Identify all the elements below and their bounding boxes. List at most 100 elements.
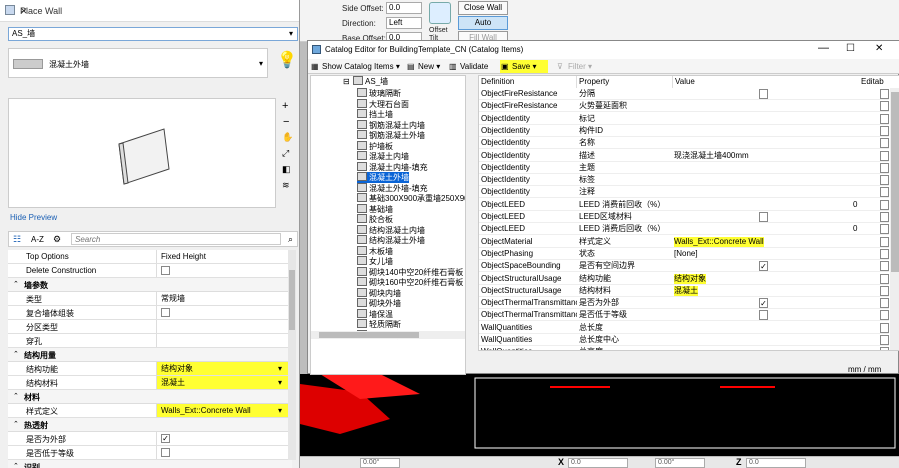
editable-checkbox[interactable] — [880, 322, 889, 333]
scrollbar-thumb[interactable] — [289, 270, 295, 330]
editable-checkbox[interactable] — [880, 101, 889, 112]
new-button[interactable]: ▤ New ▾ — [406, 60, 440, 73]
editable-checkbox[interactable] — [880, 347, 889, 350]
editable-checkbox[interactable] — [880, 175, 889, 186]
tree-item[interactable]: 钢筋混凝土内墙 — [357, 120, 425, 131]
lightbulb-icon[interactable]: 💡 — [277, 50, 297, 70]
tree-item[interactable]: 混凝土外墙 — [357, 172, 409, 183]
filter-button[interactable]: ⊽ Filter ▾ — [556, 60, 592, 73]
value-cell[interactable]: [None] — [674, 249, 698, 259]
property-row[interactable]: 结构功能 结构对象 ▾ — [8, 362, 292, 376]
table-row[interactable]: ObjectMaterial 样式定义 Walls_Ext::Concrete Wa… — [479, 236, 889, 248]
property-value[interactable] — [156, 306, 292, 319]
property-value[interactable]: Walls_Ext::Concrete Wall — [156, 404, 292, 417]
table-row[interactable]: WallQuantities 总长度 — [479, 322, 889, 334]
view-cube-icon[interactable]: ◧ — [282, 164, 291, 175]
table-row[interactable]: ObjectIdentity 描述 现浇混凝土墙400mm — [479, 150, 889, 162]
value-cell[interactable]: 混凝土 — [674, 285, 698, 296]
tree-item[interactable]: 基础300X900承重墙250X900 — [357, 193, 465, 204]
property-row[interactable]: 复合墙体组装 — [8, 306, 292, 320]
tree-root-node[interactable]: AS_墙 — [353, 76, 388, 87]
validate-button[interactable]: ▥ Validate — [448, 60, 488, 73]
sort-az-button[interactable]: A-Z — [31, 235, 44, 244]
zoom-out-icon[interactable]: − — [283, 116, 289, 128]
save-button[interactable]: ▣ Save ▾ — [500, 60, 548, 73]
property-category[interactable]: ⌃ 墙参数 — [8, 278, 292, 292]
x-field[interactable]: 0.0 — [568, 458, 628, 468]
tree-item[interactable]: 砌块160中空20纤维石膏板 — [357, 277, 463, 288]
drawing-viewport[interactable] — [300, 374, 899, 456]
value-checkbox[interactable] — [759, 89, 768, 99]
preview-pane[interactable] — [8, 98, 276, 208]
filter-properties-icon[interactable]: ⚙ — [53, 234, 61, 245]
property-row[interactable]: 样式定义 Walls_Ext::Concrete Wall ▾ — [8, 404, 292, 418]
table-vscrollbar-thumb[interactable] — [891, 92, 899, 272]
property-row[interactable]: Top Options Fixed Height — [8, 250, 292, 264]
value-cell[interactable]: Walls_Ext::Concrete Wall — [674, 236, 764, 247]
tree-item[interactable]: 挡土墙 — [357, 109, 393, 120]
checkbox[interactable] — [161, 308, 170, 318]
property-value[interactable]: Fixed Height — [156, 250, 292, 263]
property-row[interactable]: 是否低于等级 — [8, 446, 292, 460]
editable-checkbox[interactable] — [880, 89, 889, 99]
side-offset-field[interactable]: 0.0 — [386, 2, 422, 14]
editable-checkbox[interactable] — [880, 150, 889, 161]
property-category[interactable]: ⌃ 识别 — [8, 460, 292, 468]
property-value[interactable]: ✓ — [156, 432, 292, 445]
z-field[interactable]: 0.0 — [746, 458, 806, 468]
angle-field-2[interactable]: 0.00° — [655, 458, 705, 468]
tree-item[interactable]: 女儿墙 — [357, 256, 393, 267]
property-row[interactable]: 类型 常规墙 — [8, 292, 292, 306]
editable-checkbox[interactable] — [880, 212, 889, 222]
editable-checkbox[interactable] — [880, 187, 889, 198]
property-row[interactable]: 是否为外部 ✓ — [8, 432, 292, 446]
property-search-input[interactable] — [71, 233, 281, 245]
editable-checkbox[interactable] — [880, 199, 889, 210]
table-row[interactable]: ObjectThermalTransmittance 是否低于等级 — [479, 309, 889, 322]
tree-item[interactable]: 墙保温 — [357, 309, 393, 320]
table-row[interactable]: ObjectStructuralUsage 结构材料 混凝土 — [479, 285, 889, 297]
editable-checkbox[interactable] — [880, 298, 889, 309]
tree-item[interactable]: 玻璃隔断 — [357, 88, 401, 99]
column-header-definition[interactable]: Definition — [479, 76, 577, 88]
angle-field-1[interactable]: 0.00° — [360, 458, 400, 468]
editable-checkbox[interactable] — [880, 285, 889, 296]
collapse-icon[interactable]: ⌃ — [13, 392, 19, 400]
column-header-value[interactable]: Value — [673, 76, 883, 88]
value-number[interactable]: 0 — [853, 200, 857, 210]
collapse-icon[interactable]: ⌃ — [13, 280, 19, 288]
value-checkbox[interactable] — [759, 212, 768, 222]
table-row[interactable]: ObjectFireResistance 火势蔓延面积 — [479, 100, 889, 113]
tree-item[interactable]: 轻质隔断 — [357, 319, 401, 330]
property-value[interactable]: 混凝土 — [156, 376, 292, 389]
tree-item[interactable]: 混凝土外墙-填充 — [357, 183, 428, 194]
editable-checkbox[interactable] — [880, 273, 889, 284]
tree-item[interactable]: 结构混凝土外墙 — [357, 235, 425, 246]
table-row[interactable]: ObjectThermalTransmittance 是否为外部 ✓ — [479, 297, 889, 310]
editable-checkbox[interactable] — [880, 113, 889, 124]
collapse-icon[interactable]: ⌃ — [13, 420, 19, 428]
editable-checkbox[interactable] — [880, 125, 889, 136]
close-icon[interactable]: ✕ — [875, 43, 883, 54]
tree-expander-icon[interactable]: ⊟ — [343, 77, 350, 86]
property-row[interactable]: Delete Construction — [8, 264, 292, 278]
editable-checkbox[interactable] — [880, 335, 889, 345]
value-cell[interactable]: 现浇混凝土墙400mm — [674, 151, 749, 161]
table-row[interactable]: ObjectIdentity 主题 — [479, 162, 889, 174]
table-vscrollbar[interactable] — [890, 88, 899, 350]
table-row[interactable]: WallQuantities 总长度中心 — [479, 334, 889, 346]
fit-icon[interactable]: ⤢ — [282, 148, 289, 159]
checkbox[interactable] — [161, 448, 170, 458]
show-catalog-items-button[interactable]: ▦ Show Catalog Items ▾ — [310, 60, 400, 73]
property-value[interactable]: 常规墙 — [156, 292, 292, 305]
tree-item[interactable]: 混凝土内墙-填充 — [357, 162, 428, 173]
tree-item[interactable]: 护墙板 — [357, 141, 393, 152]
editable-checkbox[interactable] — [880, 261, 889, 272]
property-value[interactable] — [156, 320, 292, 333]
zoom-in-icon[interactable]: + — [282, 100, 288, 112]
table-row[interactable]: ObjectLEED LEED 消费前回收（%） 0 — [479, 199, 889, 211]
property-row[interactable]: 穿孔 — [8, 334, 292, 348]
value-number[interactable]: 0 — [853, 224, 857, 234]
table-row[interactable]: ObjectLEED LEED区域材料 — [479, 211, 889, 223]
tree-item[interactable]: 木板墙 — [357, 246, 393, 257]
